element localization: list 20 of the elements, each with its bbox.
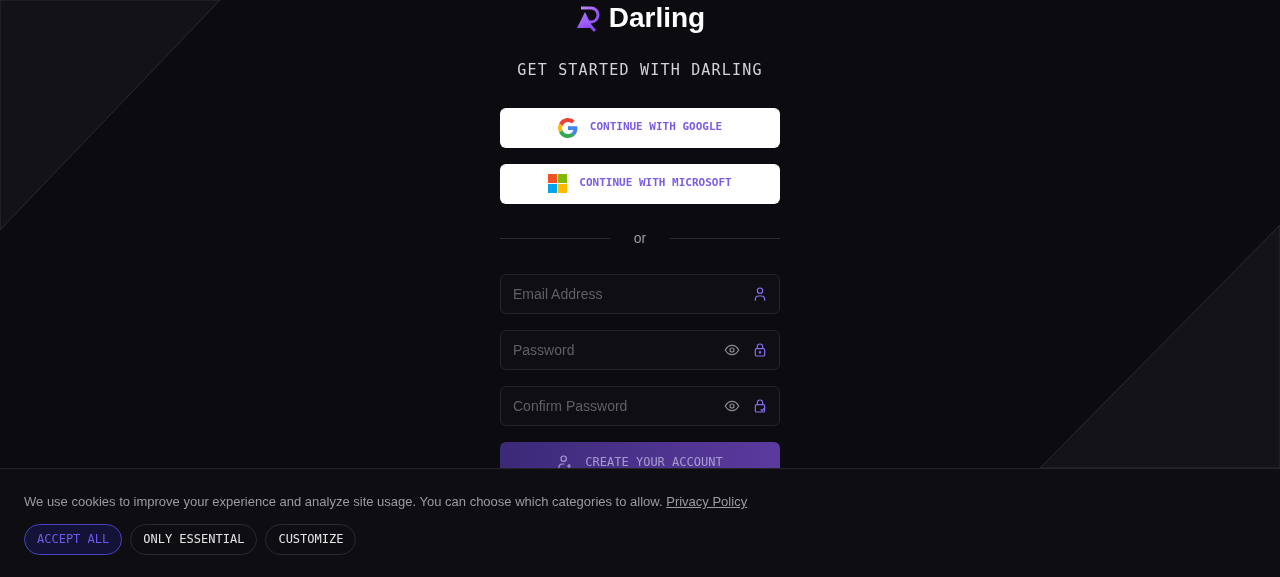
privacy-policy-link[interactable]: Privacy Policy — [666, 494, 748, 509]
cookie-choice-button[interactable]: CUSTOMIZE — [265, 523, 357, 555]
divider-text: or — [633, 229, 647, 248]
page-heading: GET STARTED WITH DARLING — [517, 60, 763, 81]
input-field[interactable]: Email Address — [500, 273, 780, 314]
person-icon — [752, 285, 768, 302]
cookie-choice-button[interactable]: ACCEPT ALL — [24, 523, 123, 555]
lock-check-icon — [752, 397, 768, 414]
cookie-notice-text: We use cookies to improve your experience and analyze site usage. You can choose which categories to allow. Privacy Policy — [24, 493, 749, 511]
social-login-button[interactable]: CONTINUE WITH MICROSOFT — [500, 163, 780, 204]
logo-text: Darling — [608, 4, 706, 32]
person-add-icon — [557, 453, 574, 470]
logo-icon — [574, 4, 601, 32]
four-squares-icon — [548, 174, 568, 193]
cookie-choice-button[interactable]: ONLY ESSENTIAL — [130, 523, 258, 555]
google-icon — [557, 117, 578, 138]
input-field[interactable]: Confirm Password — [500, 385, 780, 426]
lock-icon — [752, 341, 768, 358]
input-field[interactable]: Password — [500, 329, 780, 370]
social-login-button[interactable]: CONTINUE WITH GOOGLE — [500, 107, 780, 148]
